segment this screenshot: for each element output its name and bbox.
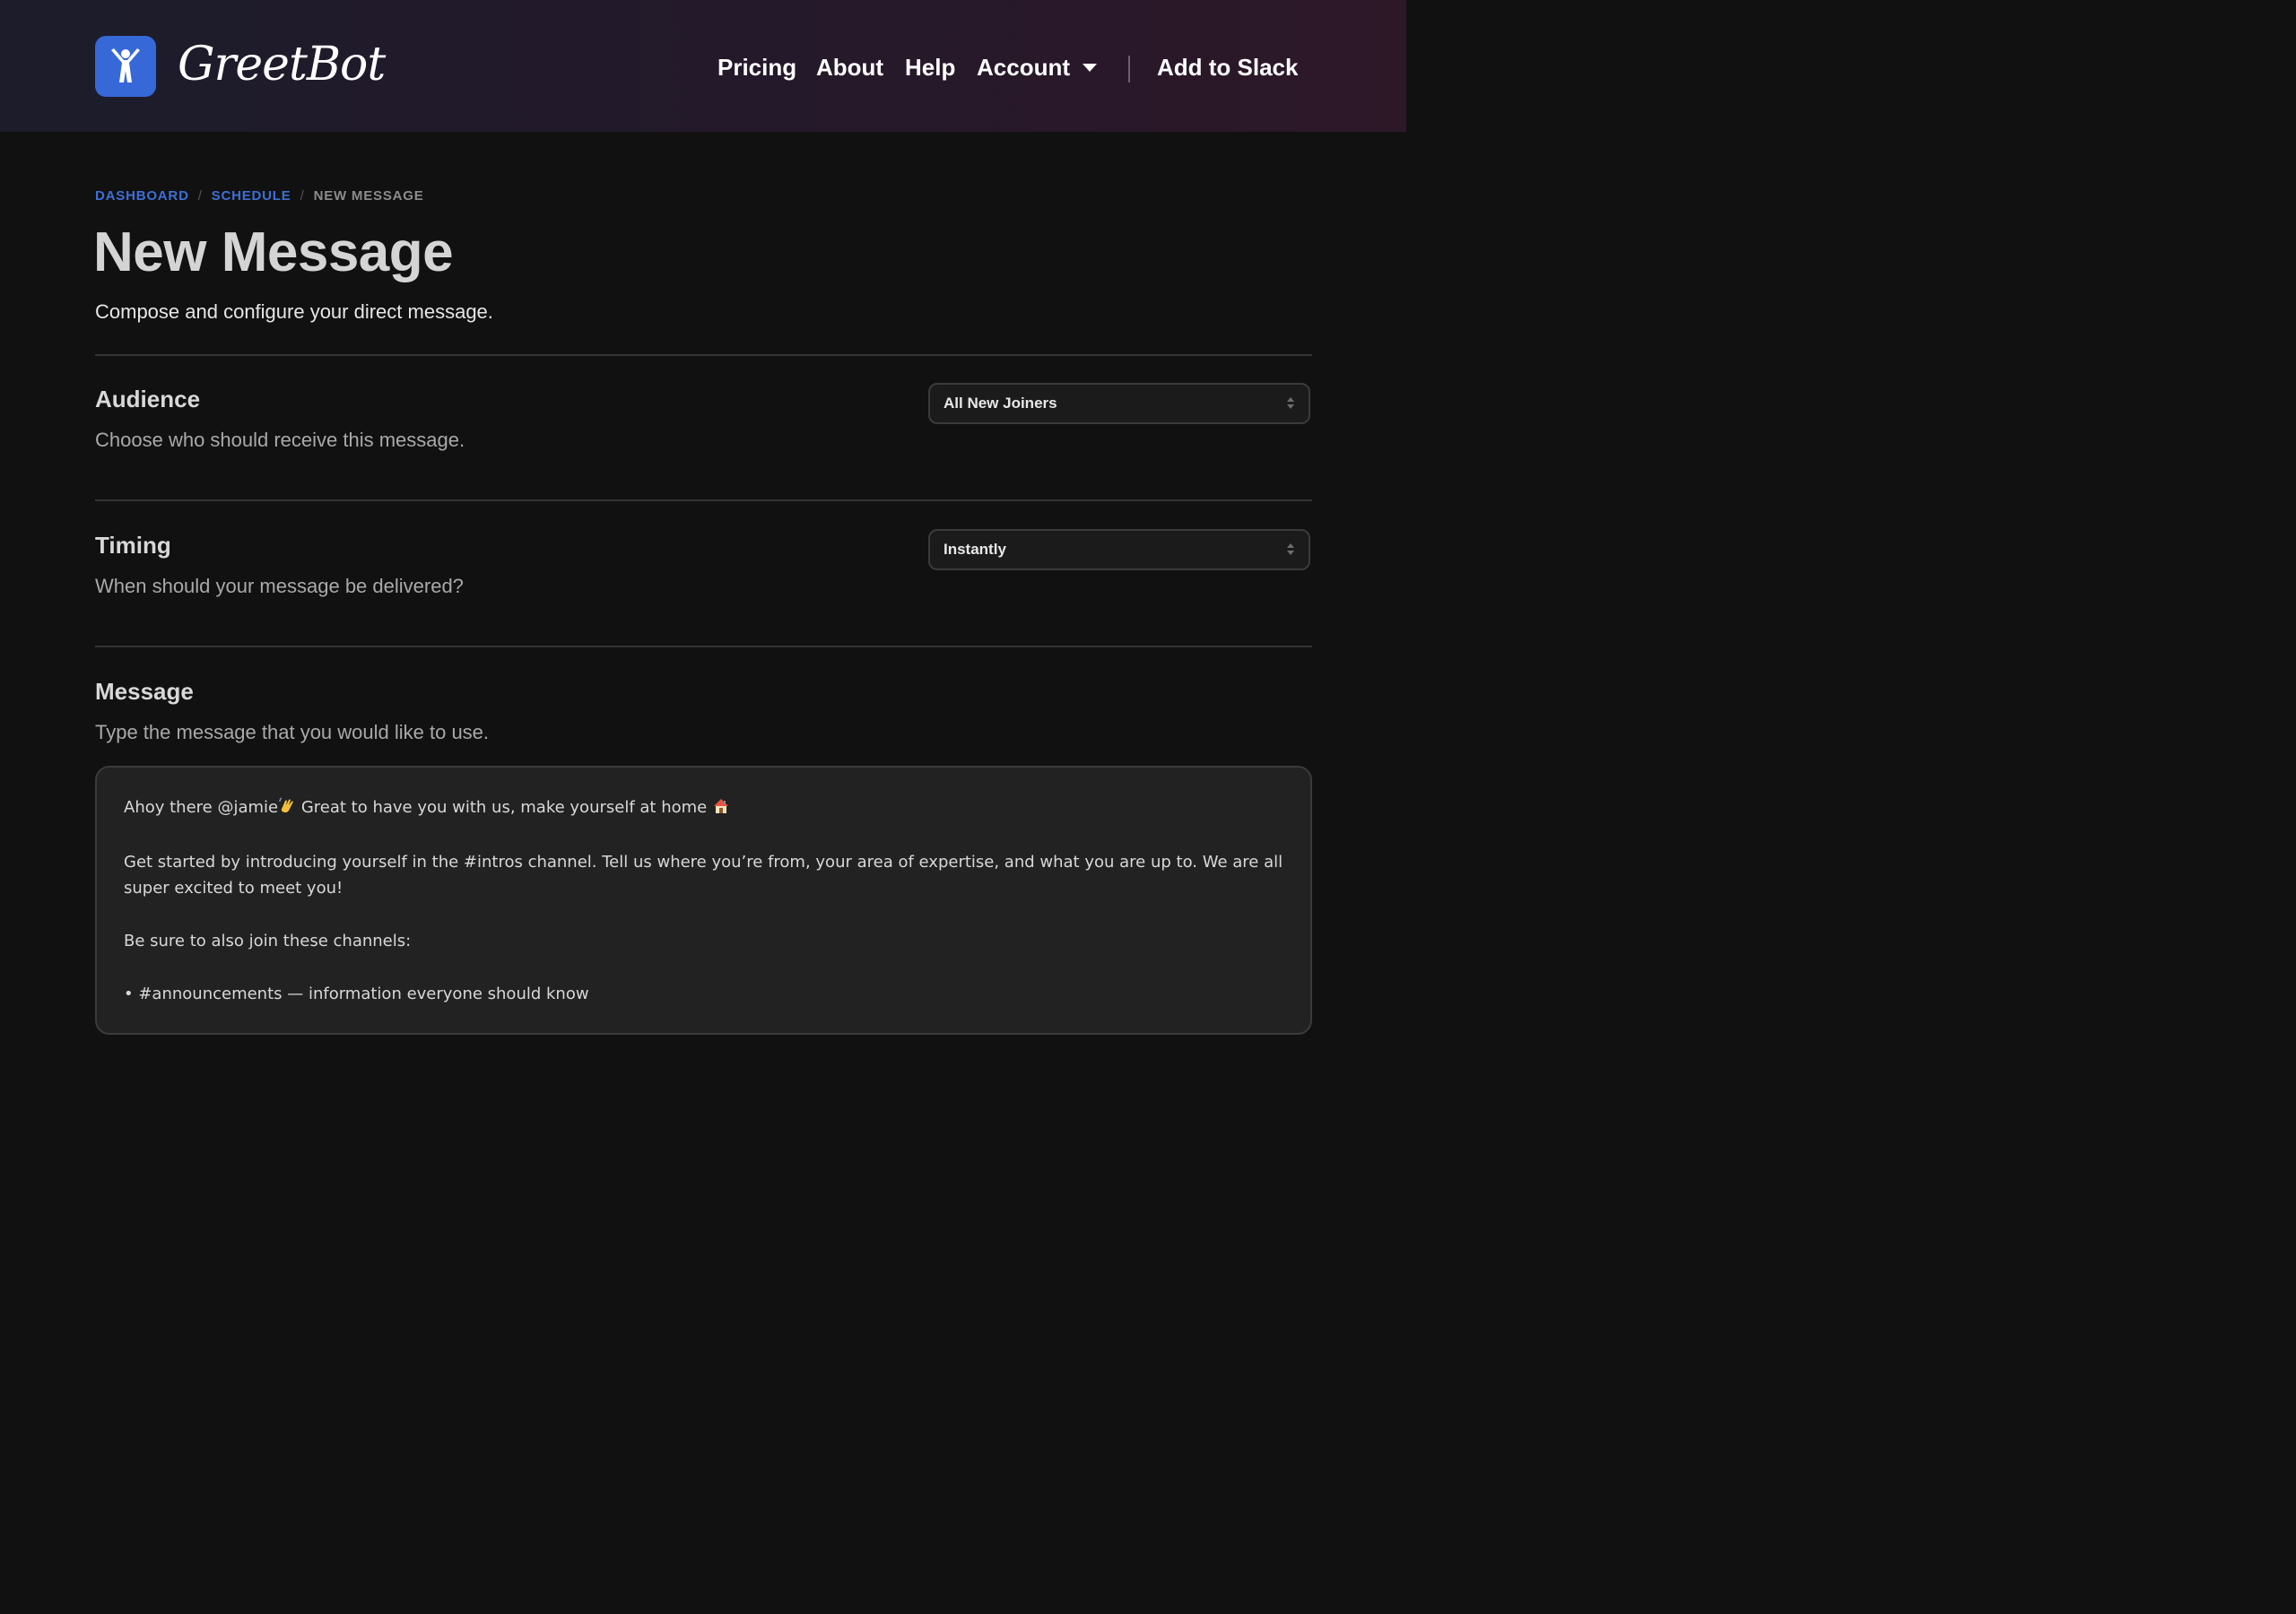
breadcrumb-current: NEW MESSAGE xyxy=(313,188,424,204)
timing-title: Timing xyxy=(95,532,171,559)
message-paragraph-3: Be sure to also join these channels: xyxy=(124,932,412,950)
message-editor[interactable]: Ahoy there @jamie Great to have you with… xyxy=(95,766,1312,1035)
audience-title: Audience xyxy=(95,386,201,412)
top-navigation-bar: GreetBot Pricing About Help Account Add … xyxy=(0,0,1406,132)
nav-account-label: Account xyxy=(977,54,1070,81)
person-arms-raised-icon xyxy=(111,48,140,82)
breadcrumb-separator: / xyxy=(300,188,305,204)
message-greeting: Ahoy there @jamie xyxy=(124,798,279,817)
waving-hand-emoji xyxy=(278,797,296,823)
brand-wordmark[interactable]: GreetBot xyxy=(178,27,386,102)
message-description: Type the message that you would like to … xyxy=(95,721,490,743)
logo[interactable] xyxy=(95,36,156,97)
select-updown-icon xyxy=(1287,543,1294,556)
breadcrumb: DASHBOARD / SCHEDULE / NEW MESSAGE xyxy=(95,187,424,206)
page-title: New Message xyxy=(93,221,454,283)
select-updown-icon xyxy=(1287,397,1294,410)
message-title: Message xyxy=(95,678,194,705)
audience-select[interactable]: All New Joiners xyxy=(928,383,1310,424)
nav-help[interactable]: Help xyxy=(905,47,955,88)
breadcrumb-schedule[interactable]: SCHEDULE xyxy=(212,188,291,204)
nav-divider xyxy=(1128,56,1130,82)
audience-selected-value: All New Joiners xyxy=(944,395,1057,412)
chevron-down-icon xyxy=(1083,63,1097,72)
message-paragraph-2: Get started by introducing yourself in t… xyxy=(124,853,1283,898)
section-divider xyxy=(95,354,1312,356)
message-line-1: Ahoy there @jamie Great to have you with… xyxy=(124,794,1283,823)
timing-description: When should your message be delivered? xyxy=(95,575,464,597)
section-divider xyxy=(95,646,1312,647)
audience-description: Choose who should receive this message. xyxy=(95,429,465,451)
timing-select[interactable]: Instantly xyxy=(928,529,1310,570)
house-emoji xyxy=(712,797,730,823)
nav-account-dropdown[interactable]: Account xyxy=(977,47,1097,88)
timing-selected-value: Instantly xyxy=(944,541,1006,558)
breadcrumb-separator: / xyxy=(197,188,203,204)
message-welcome: Great to have you with us, make yourself… xyxy=(296,798,712,817)
add-to-slack-link[interactable]: Add to Slack xyxy=(1157,47,1298,88)
page-subtitle: Compose and configure your direct messag… xyxy=(95,300,493,323)
breadcrumb-dashboard[interactable]: DASHBOARD xyxy=(95,188,189,204)
section-divider xyxy=(95,499,1312,501)
message-list-item: • #announcements — information everyone … xyxy=(124,985,589,1003)
nav-about[interactable]: About xyxy=(816,47,883,88)
nav-pricing[interactable]: Pricing xyxy=(718,47,796,88)
